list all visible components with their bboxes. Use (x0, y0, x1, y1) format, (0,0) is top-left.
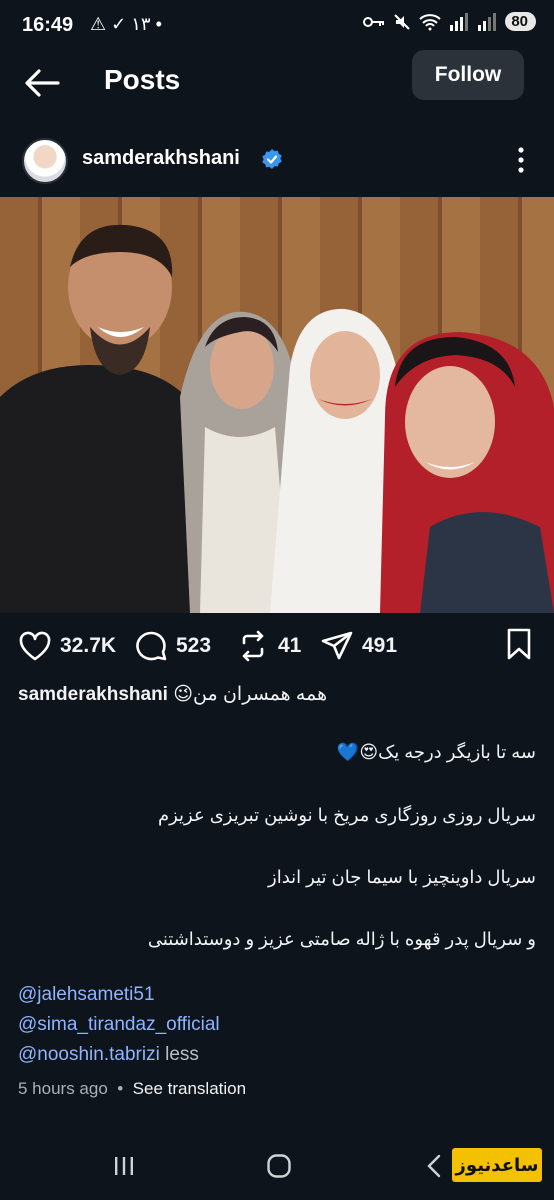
back-arrow-icon[interactable] (22, 66, 62, 100)
page-title: Posts (104, 64, 181, 95)
caption-line-4: و سریال پدر قهوه با ژاله صامتی عزیز و دو… (147, 929, 536, 949)
repost-action[interactable]: 41 (236, 628, 301, 664)
caption-username[interactable]: samderakhshani (18, 684, 168, 705)
signal-icon-2 (478, 12, 497, 31)
caption-first-text: همه همسران من😉 (173, 684, 328, 705)
photo-illustration (0, 197, 554, 613)
mention-sima-tirandaz[interactable]: @sima_tirandaz_official (18, 1014, 220, 1036)
comment-icon[interactable] (134, 630, 168, 662)
comment-action[interactable]: 523 (134, 628, 211, 664)
author-username[interactable]: samderakhshani (82, 147, 240, 170)
post-photo[interactable] (0, 197, 554, 613)
battery-indicator: 80 (505, 12, 536, 31)
more-options-icon[interactable] (514, 146, 528, 174)
status-bar: 16:49 ⚠ ✓ ١٣ • 80 (0, 0, 554, 52)
watermark-logo: ساعدنیوز (452, 1148, 542, 1182)
back-nav-icon[interactable] (424, 1154, 444, 1178)
likes-count: 32.7K (60, 634, 117, 657)
recent-apps-icon[interactable] (112, 1155, 136, 1177)
caption-line-2: سریال روزی روزگاری مریخ با نوشین تبریزی … (157, 805, 536, 825)
see-translation-link[interactable]: See translation (133, 1079, 246, 1098)
avatar[interactable] (22, 138, 68, 184)
caption-line-3: سریال داوینچیز با سیما جان تیر انداز (268, 867, 536, 887)
heart-icon[interactable] (18, 630, 52, 662)
caption-line-1: سه تا بازیگر درجه یک😍💙 (336, 742, 536, 762)
repost-icon[interactable] (236, 630, 270, 662)
mute-icon (394, 13, 411, 30)
reposts-count: 41 (278, 634, 302, 657)
wifi-icon (419, 13, 441, 30)
follow-button[interactable]: Follow (412, 50, 524, 100)
post-meta: 5 hours ago • See translation (18, 1079, 246, 1099)
time-ago: 5 hours ago (18, 1079, 108, 1098)
status-time: 16:49 (22, 14, 74, 36)
caption-first-line: samderakhshani همه همسران من😉 (18, 683, 538, 706)
status-left-icons: ⚠ ✓ ١٣ • (90, 14, 162, 34)
mention-nooshin-link[interactable]: @nooshin.tabrizi (18, 1044, 160, 1065)
mention-jalehsameti51[interactable]: @jalehsameti51 (18, 984, 155, 1006)
mention-nooshin-tabrizi: @nooshin.tabrizi less (18, 1044, 199, 1066)
share-action[interactable]: 491 (320, 628, 397, 664)
shares-count: 491 (362, 634, 398, 657)
bookmark-icon[interactable] (506, 628, 532, 660)
signal-icon (450, 12, 469, 31)
send-icon[interactable] (320, 630, 354, 662)
home-icon[interactable] (266, 1153, 292, 1179)
meta-dot: • (117, 1079, 124, 1098)
status-right-icons: 80 (363, 12, 536, 31)
less-link[interactable]: less (165, 1044, 199, 1065)
like-action[interactable]: 32.7K (18, 628, 116, 664)
comments-count: 523 (176, 634, 212, 657)
verified-badge-icon (262, 149, 282, 169)
key-icon (363, 16, 385, 27)
